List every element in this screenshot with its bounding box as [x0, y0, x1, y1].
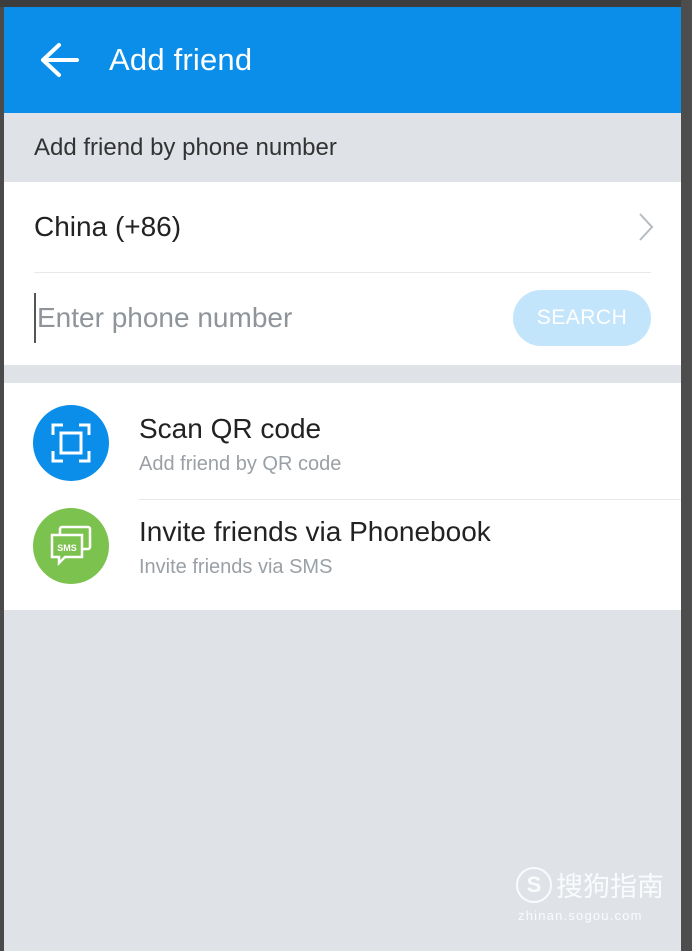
search-button[interactable]: SEARCH	[513, 290, 651, 346]
option-title: Invite friends via Phonebook	[139, 516, 491, 547]
country-selector[interactable]: China (+86)	[4, 182, 681, 272]
top-status-strip	[0, 0, 692, 7]
sms-icon: SMS	[33, 508, 109, 584]
phone-input-row: SEARCH	[4, 273, 681, 365]
option-scan-qr[interactable]: Scan QR code Add friend by QR code	[4, 391, 681, 500]
window-edge	[681, 0, 692, 951]
option-subtitle: Add friend by QR code	[139, 453, 342, 475]
app-screen: Add friend Add friend by phone number Ch…	[4, 7, 681, 951]
phone-section-label: Add friend by phone number	[34, 133, 337, 161]
sogou-logo: S	[516, 866, 552, 903]
watermark-url: zhinan.sogou.com	[518, 908, 643, 923]
chevron-right-icon	[639, 213, 654, 241]
page-title: Add friend	[109, 42, 253, 77]
add-options-list: Scan QR code Add friend by QR code SMS I…	[4, 383, 681, 610]
app-header: Add friend	[4, 7, 681, 113]
arrow-left-icon	[41, 43, 79, 77]
phone-number-input[interactable]	[34, 293, 474, 343]
sms-icon-label: SMS	[57, 543, 77, 553]
sogou-watermark: S 搜狗指南 zhinan.sogou.com	[516, 865, 676, 935]
country-code-label: China (+86)	[34, 211, 182, 242]
option-subtitle: Invite friends via SMS	[139, 556, 333, 578]
option-invite-phonebook[interactable]: SMS Invite friends via Phonebook Invite …	[4, 494, 681, 597]
back-button[interactable]	[29, 30, 89, 90]
option-title: Scan QR code	[139, 413, 322, 444]
phone-search-card: China (+86) SEARCH	[4, 182, 681, 365]
qr-scan-icon	[33, 405, 109, 481]
watermark-name: 搜狗指南	[556, 872, 664, 903]
